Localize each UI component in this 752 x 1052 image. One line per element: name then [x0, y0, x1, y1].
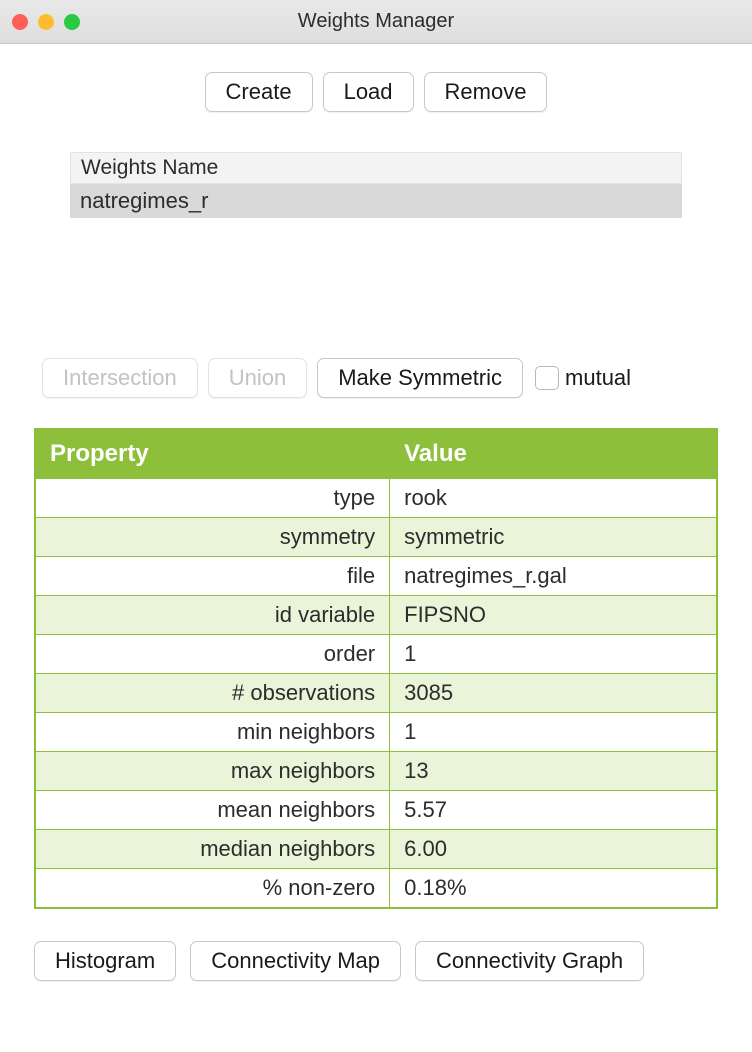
table-row: # observations3085 — [35, 674, 717, 713]
connectivity-map-button[interactable]: Connectivity Map — [190, 941, 401, 981]
prop-name: mean neighbors — [35, 791, 390, 830]
top-button-row: Create Load Remove — [34, 72, 718, 112]
remove-button[interactable]: Remove — [424, 72, 548, 112]
prop-name: order — [35, 635, 390, 674]
prop-value: FIPSNO — [390, 596, 717, 635]
prop-value: 6.00 — [390, 830, 717, 869]
traffic-lights — [12, 14, 80, 30]
minimize-icon[interactable] — [38, 14, 54, 30]
prop-name: # observations — [35, 674, 390, 713]
th-property: Property — [35, 429, 390, 479]
table-row: min neighbors1 — [35, 713, 717, 752]
close-icon[interactable] — [12, 14, 28, 30]
prop-name: min neighbors — [35, 713, 390, 752]
weights-list: Weights Name natregimes_r — [70, 152, 682, 218]
prop-value: natregimes_r.gal — [390, 557, 717, 596]
prop-name: median neighbors — [35, 830, 390, 869]
prop-name: type — [35, 479, 390, 518]
table-row: max neighbors13 — [35, 752, 717, 791]
load-button[interactable]: Load — [323, 72, 414, 112]
prop-value: 5.57 — [390, 791, 717, 830]
table-row: typerook — [35, 479, 717, 518]
mutual-checkbox[interactable] — [535, 366, 559, 390]
prop-value: symmetric — [390, 518, 717, 557]
prop-value: rook — [390, 479, 717, 518]
bottom-button-row: Histogram Connectivity Map Connectivity … — [34, 941, 718, 981]
properties-table: Property Value typerook symmetrysymmetri… — [34, 428, 718, 909]
weights-list-header: Weights Name — [70, 152, 682, 184]
maximize-icon[interactable] — [64, 14, 80, 30]
mutual-checkbox-label: mutual — [565, 365, 631, 391]
table-row: mean neighbors5.57 — [35, 791, 717, 830]
prop-value: 3085 — [390, 674, 717, 713]
prop-name: % non-zero — [35, 869, 390, 909]
table-row: order1 — [35, 635, 717, 674]
table-row: % non-zero0.18% — [35, 869, 717, 909]
prop-name: max neighbors — [35, 752, 390, 791]
prop-value: 0.18% — [390, 869, 717, 909]
mutual-checkbox-wrap: mutual — [535, 365, 631, 391]
th-value: Value — [390, 429, 717, 479]
content-area: Create Load Remove Weights Name natregim… — [0, 44, 752, 981]
create-button[interactable]: Create — [205, 72, 313, 112]
prop-name: id variable — [35, 596, 390, 635]
titlebar: Weights Manager — [0, 0, 752, 44]
table-row: id variableFIPSNO — [35, 596, 717, 635]
prop-value: 1 — [390, 713, 717, 752]
weights-list-item[interactable]: natregimes_r — [70, 184, 682, 218]
properties-tbody: typerook symmetrysymmetric filenatregime… — [35, 479, 717, 909]
ops-button-row: Intersection Union Make Symmetric mutual — [34, 358, 718, 398]
histogram-button[interactable]: Histogram — [34, 941, 176, 981]
prop-name: symmetry — [35, 518, 390, 557]
union-button: Union — [208, 358, 307, 398]
prop-value: 13 — [390, 752, 717, 791]
prop-value: 1 — [390, 635, 717, 674]
table-row: filenatregimes_r.gal — [35, 557, 717, 596]
table-row: symmetrysymmetric — [35, 518, 717, 557]
table-row: median neighbors6.00 — [35, 830, 717, 869]
prop-name: file — [35, 557, 390, 596]
window-title: Weights Manager — [0, 10, 752, 33]
intersection-button: Intersection — [42, 358, 198, 398]
connectivity-graph-button[interactable]: Connectivity Graph — [415, 941, 644, 981]
make-symmetric-button[interactable]: Make Symmetric — [317, 358, 523, 398]
